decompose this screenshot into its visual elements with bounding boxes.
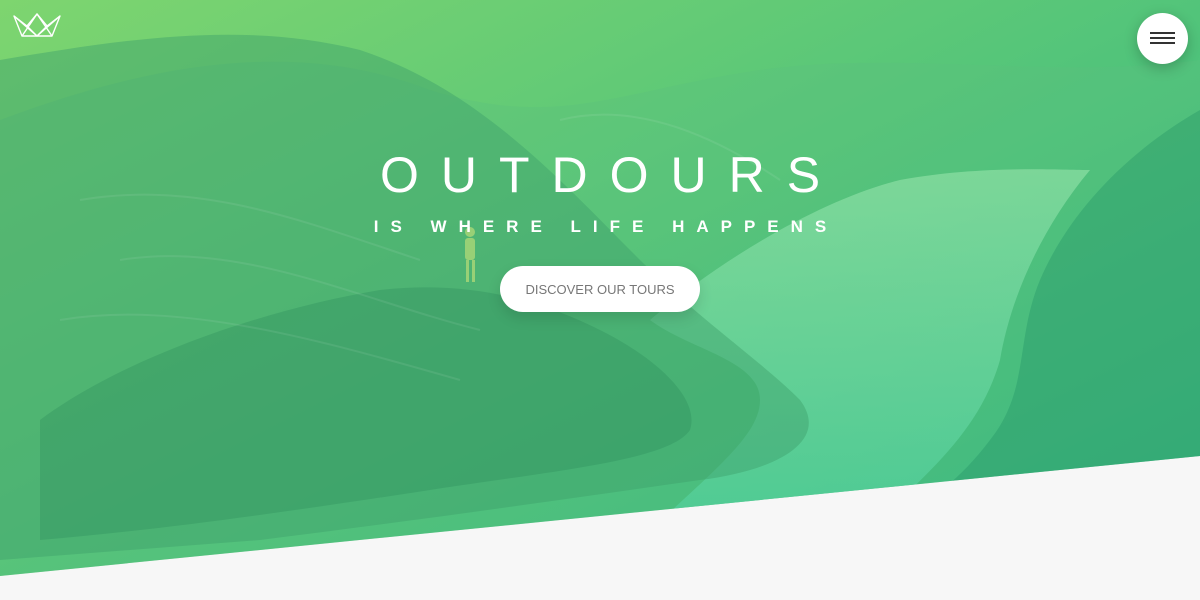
hero-section: OUTDOURS IS WHERE LIFE HAPPENS DISCOVER … xyxy=(0,0,1200,576)
discover-tours-button[interactable]: DISCOVER OUR TOURS xyxy=(500,266,700,312)
hero-subtitle: IS WHERE LIFE HAPPENS xyxy=(373,217,839,236)
hero-heading: OUTDOURS IS WHERE LIFE HAPPENS xyxy=(0,145,1200,237)
crown-logo-icon[interactable] xyxy=(12,12,62,40)
navigation-menu-button[interactable] xyxy=(1137,13,1188,64)
hero-title: OUTDOURS xyxy=(379,147,843,203)
hamburger-menu-icon xyxy=(1150,32,1175,45)
